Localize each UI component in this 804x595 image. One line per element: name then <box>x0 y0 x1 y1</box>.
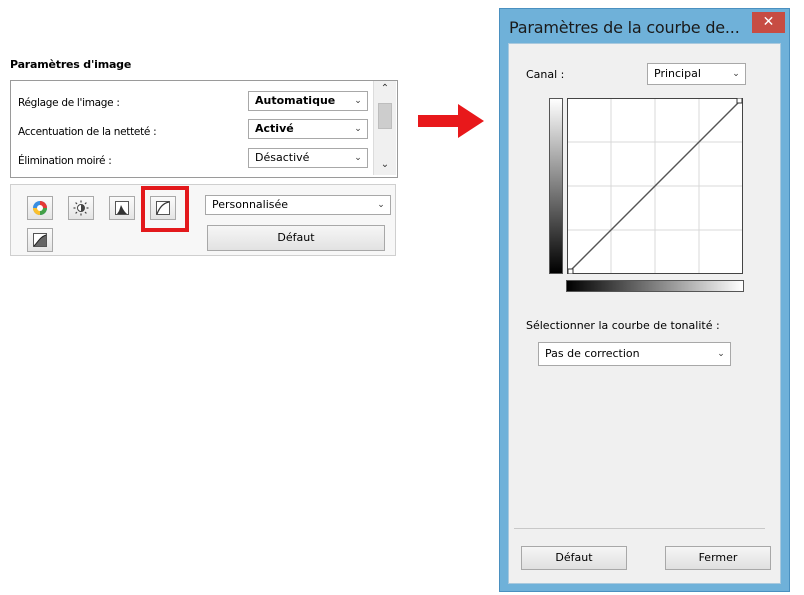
chevron-down-icon: ⌄ <box>377 200 385 210</box>
moire-reduction-value: Désactivé <box>255 151 310 164</box>
custom-preset-select[interactable]: Personnalisée ⌄ <box>205 195 391 215</box>
color-balance-icon <box>33 201 47 215</box>
histogram-button[interactable] <box>109 196 135 220</box>
curve-point-handle <box>567 268 574 274</box>
histogram-icon <box>115 201 129 215</box>
input-gradient-bar <box>566 280 744 292</box>
moire-reduction-select[interactable]: Désactivé ⌄ <box>248 148 368 168</box>
sharpening-label: Accentuation de la netteté : <box>18 126 157 138</box>
tone-curve-value: Pas de correction <box>545 347 640 360</box>
threshold-icon <box>33 233 47 247</box>
tone-curve-select[interactable]: Pas de correction ⌄ <box>538 342 731 366</box>
chevron-down-icon: ⌄ <box>354 96 362 106</box>
color-balance-button[interactable] <box>27 196 53 220</box>
chevron-down-icon: ⌄ <box>354 124 362 134</box>
channel-select[interactable]: Principal ⌄ <box>647 63 746 85</box>
chevron-down-icon: ⌄ <box>717 349 725 359</box>
tone-curve-select-label: Sélectionner la courbe de tonalité : <box>526 319 720 332</box>
channel-value: Principal <box>654 67 701 80</box>
preset-value: Personnalisée <box>212 198 289 211</box>
final-review-button[interactable] <box>27 228 53 252</box>
separator <box>514 528 765 529</box>
sharpening-value: Activé <box>255 122 294 135</box>
scrollbar-thumb[interactable] <box>378 103 392 129</box>
image-adjustment-select[interactable]: Automatique ⌄ <box>248 91 368 111</box>
image-adjustment-value: Automatique <box>255 94 336 107</box>
settings-scrollbar[interactable]: ⌃ ⌄ <box>373 81 396 175</box>
brightness-contrast-button[interactable] <box>68 196 94 220</box>
moire-reduction-label: Élimination moiré : <box>18 155 112 167</box>
curve-point-handle <box>736 98 743 104</box>
scroll-down-icon[interactable]: ⌄ <box>374 159 396 170</box>
dialog-close-button[interactable]: Fermer <box>665 546 771 570</box>
default-button[interactable]: Défaut <box>207 225 385 251</box>
image-adjustment-label: Réglage de l'image : <box>18 97 120 109</box>
chevron-down-icon: ⌄ <box>354 153 362 163</box>
output-gradient-bar <box>549 98 563 274</box>
sharpening-select[interactable]: Activé ⌄ <box>248 119 368 139</box>
tone-curve-graph[interactable] <box>567 98 743 274</box>
close-icon[interactable]: ✕ <box>752 12 785 33</box>
dialog-default-button[interactable]: Défaut <box>521 546 627 570</box>
channel-label: Canal : <box>526 68 565 81</box>
image-settings-title: Paramètres d'image <box>10 58 132 71</box>
brightness-icon <box>73 200 89 216</box>
chevron-down-icon: ⌄ <box>732 69 740 79</box>
tone-curve-highlight <box>141 186 189 232</box>
scroll-up-icon[interactable]: ⌃ <box>374 83 396 94</box>
arrow-right-icon <box>418 104 484 138</box>
dialog-title: Paramètres de la courbe de... <box>509 18 740 37</box>
